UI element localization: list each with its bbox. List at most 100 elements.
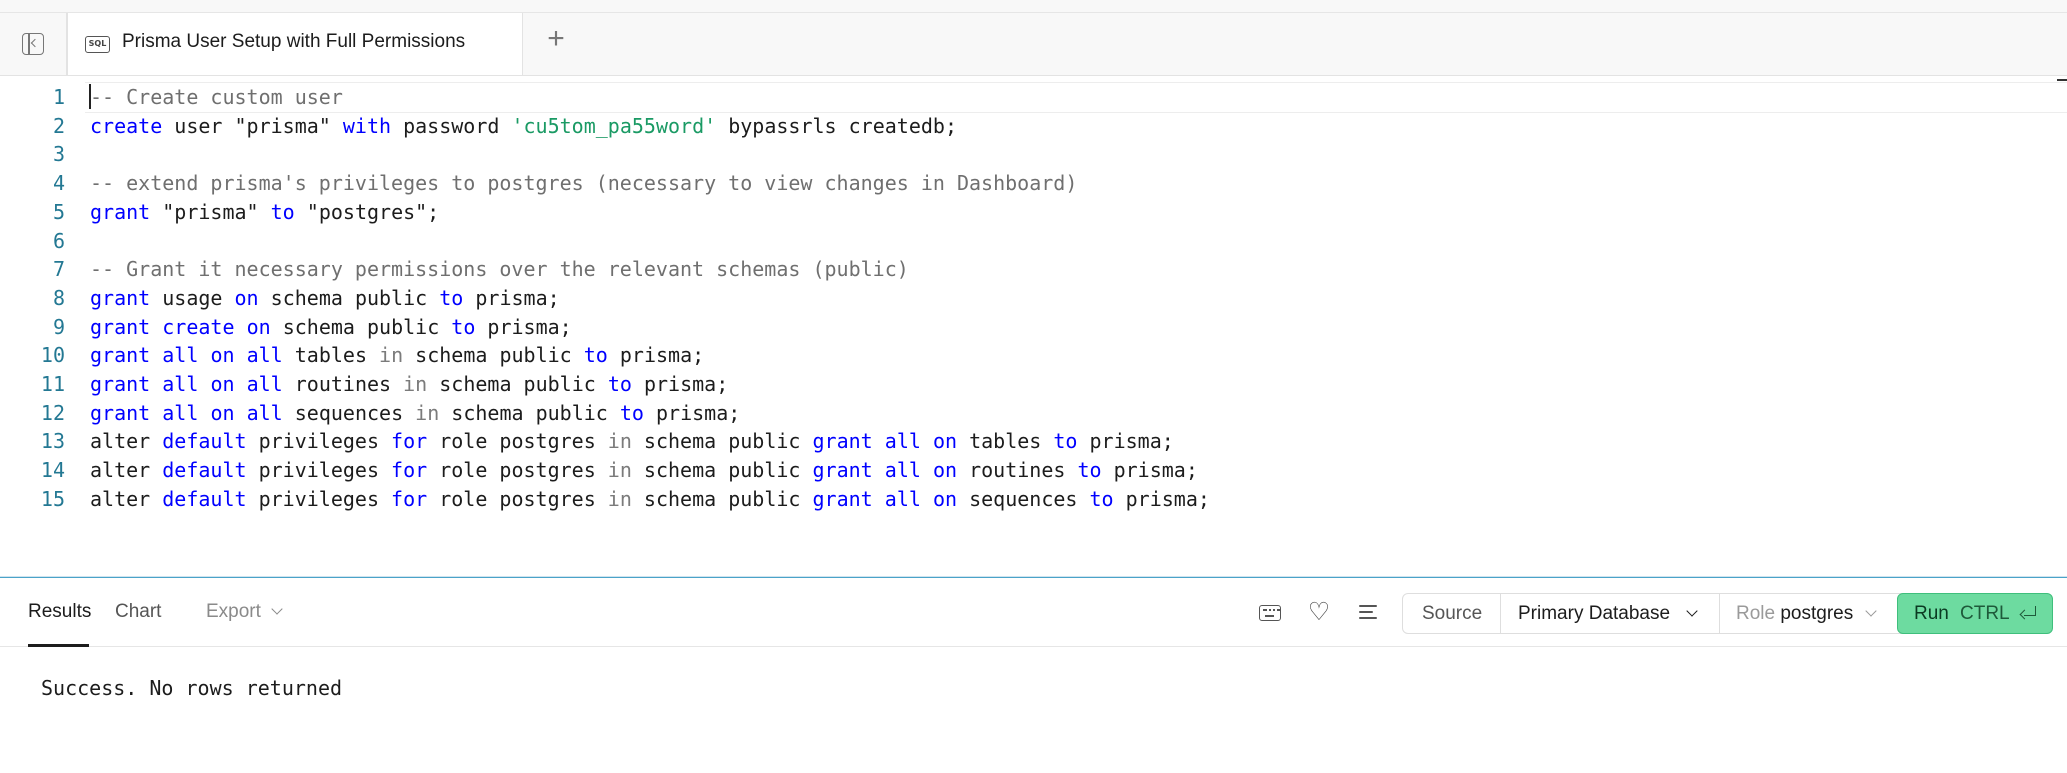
heart-icon[interactable]: ♡ xyxy=(1307,600,1331,625)
code-token: default xyxy=(162,458,247,483)
code-line[interactable]: 9 grant create on schema public to prisma… xyxy=(0,313,2067,342)
export-dropdown[interactable]: Export xyxy=(206,601,283,623)
code-text: grant create on schema public to prisma; xyxy=(90,313,572,342)
run-button[interactable]: Run CTRL xyxy=(1897,593,2053,634)
separator xyxy=(1500,594,1501,633)
code-token: to xyxy=(270,199,295,224)
code-token: grant xyxy=(812,458,873,483)
tab-bar: SQL Prisma User Setup with Full Permissi… xyxy=(0,0,2067,76)
new-tab-plus-icon[interactable]: + xyxy=(543,24,569,54)
code-text: grant all on all routines in schema publ… xyxy=(90,370,728,399)
code-token: sequences xyxy=(957,486,1090,511)
tab-query[interactable]: SQL Prisma User Setup with Full Permissi… xyxy=(67,13,523,76)
sql-editor[interactable]: 1 -- Create custom user 2 create user "pris… xyxy=(0,76,2067,576)
code-line[interactable]: 12 grant all on all sequences in schema p… xyxy=(0,399,2067,428)
line-number: 13 xyxy=(40,429,65,454)
code-token: -- Create custom user xyxy=(90,85,343,109)
database-select[interactable]: Primary Database xyxy=(1518,594,1698,633)
code-line[interactable]: 13 alter default privileges for role post… xyxy=(0,427,2067,456)
code-token: schema public xyxy=(439,400,620,425)
code-token: schema public xyxy=(403,343,584,368)
code-token: to xyxy=(1089,486,1114,511)
line-number: 5 xyxy=(52,199,65,224)
chevron-down-icon xyxy=(1865,605,1877,617)
code-token: grant xyxy=(90,400,151,425)
code-token: to xyxy=(583,343,608,368)
code-line[interactable]: 11 grant all on all routines in schema pu… xyxy=(0,370,2067,399)
code-token: role postgres xyxy=(427,429,608,454)
code-token: for xyxy=(391,458,428,483)
tab-results[interactable]: Results xyxy=(28,601,91,623)
code-token: prisma; xyxy=(607,343,705,368)
code-token: in xyxy=(607,429,632,454)
code-token: role postgres xyxy=(427,486,608,511)
sidebar-collapse-icon[interactable] xyxy=(22,33,44,55)
code-token: prisma; xyxy=(1113,486,1210,511)
code-text: alter default privileges for role postgr… xyxy=(90,485,1210,514)
code-line[interactable]: 10 grant all on all tables in schema publ… xyxy=(0,341,2067,370)
code-token: prisma; xyxy=(1077,429,1174,454)
code-token: prisma; xyxy=(643,400,741,425)
line-number: 12 xyxy=(40,400,65,425)
code-line[interactable]: 4 -- extend prisma's privileges to postgr… xyxy=(0,169,2067,198)
role-select[interactable]: Role postgres xyxy=(1736,594,1877,633)
tab-chart[interactable]: Chart xyxy=(115,601,161,623)
code-token: all xyxy=(884,458,921,483)
line-number: 1 xyxy=(52,85,65,109)
code-line[interactable]: 8 grant usage on schema public to prisma; xyxy=(0,284,2067,313)
result-message: Success. No rows returned xyxy=(41,676,343,700)
code-token: in xyxy=(379,343,404,368)
code-token: schema public xyxy=(270,314,452,339)
code-line[interactable]: 15 alter default privileges for role post… xyxy=(0,485,2067,514)
code-token: to xyxy=(451,314,476,339)
code-line[interactable]: 5 grant "prisma" to "postgres"; xyxy=(0,198,2067,227)
code-token: routines xyxy=(282,372,404,396)
code-text: grant all on all sequences in schema pub… xyxy=(90,399,740,428)
code-token: "prisma" xyxy=(150,199,271,224)
code-token: all xyxy=(884,486,921,511)
line-number: 6 xyxy=(52,228,65,253)
code-token: to xyxy=(1053,429,1078,454)
code-token: on xyxy=(932,486,958,511)
code-token: grant xyxy=(90,285,151,310)
code-token: to xyxy=(1077,458,1102,483)
role-value: postgres xyxy=(1780,603,1854,624)
code-token: grant xyxy=(812,429,873,454)
code-token: on xyxy=(210,400,235,425)
code-token: sequences xyxy=(282,400,416,425)
code-token: prisma; xyxy=(475,314,572,339)
line-number: 9 xyxy=(52,314,65,339)
code-token: alter xyxy=(90,429,163,454)
line-number: 8 xyxy=(52,285,65,310)
code-text: alter default privileges for role postgr… xyxy=(90,427,1174,456)
code-line[interactable]: 3 xyxy=(0,140,2067,169)
code-line[interactable]: 7 -- Grant it necessary permissions over … xyxy=(0,255,2067,284)
code-token: in xyxy=(607,486,632,511)
code-token: with xyxy=(342,113,392,138)
code-token: on xyxy=(210,372,235,396)
code-text: -- extend prisma's privileges to postgre… xyxy=(90,169,1077,198)
role-label: Role xyxy=(1736,603,1776,624)
code-token: to xyxy=(619,400,644,425)
database-value: Primary Database xyxy=(1518,603,1671,624)
code-line[interactable]: 6 xyxy=(0,227,2067,256)
results-toolbar: Results Chart Export ♡ Source Primary Da… xyxy=(0,578,2067,647)
format-lines-icon[interactable] xyxy=(1357,600,1381,624)
code-line[interactable]: 2 create user "prisma" with password 'cu5… xyxy=(0,112,2067,141)
code-text: -- Create custom user xyxy=(90,83,343,112)
line-number: 3 xyxy=(52,142,65,167)
line-number: 15 xyxy=(40,486,65,511)
export-label: Export xyxy=(206,601,261,622)
tab-title: Prisma User Setup with Full Permissions xyxy=(122,31,466,52)
code-line[interactable]: 14 alter default privileges for role post… xyxy=(0,456,2067,485)
keyboard-icon[interactable] xyxy=(1259,605,1281,621)
code-line[interactable]: 1 -- Create custom user xyxy=(0,83,2067,112)
